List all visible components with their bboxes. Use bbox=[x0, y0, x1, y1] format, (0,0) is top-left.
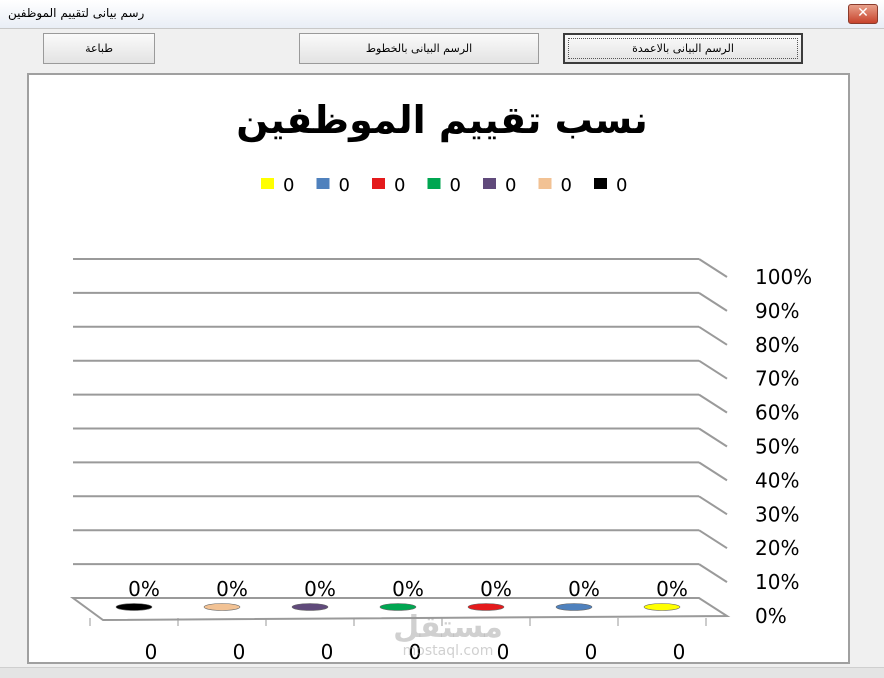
y-tick-label: 100% bbox=[755, 265, 812, 289]
chart-title: نسب تقييم الموظفين bbox=[236, 98, 648, 143]
bar bbox=[115, 603, 153, 611]
print-button[interactable]: طباعة bbox=[43, 33, 155, 64]
y-tick-label: 50% bbox=[755, 435, 799, 459]
data-label: 0% bbox=[568, 577, 600, 601]
gridline-side bbox=[698, 495, 728, 516]
data-label: 0% bbox=[480, 577, 512, 601]
y-tick-label: 70% bbox=[755, 367, 799, 391]
legend-swatch bbox=[372, 178, 385, 189]
chart-canvas: نسب تقييم الموظفين 0 0 0 0 0 0 0 0% 10% 20% 30% 40% 5… bbox=[69, 98, 812, 662]
legend-swatch bbox=[261, 178, 274, 189]
legend-swatch bbox=[483, 178, 496, 189]
watermark-logo: مستقل bbox=[393, 610, 503, 645]
x-tick-label: 0 bbox=[233, 640, 246, 662]
window-titlebar: رسم بيانى لتقييم الموظفين ✕ bbox=[0, 0, 884, 29]
x-tick-label: 0 bbox=[585, 640, 598, 662]
legend-swatch bbox=[316, 178, 330, 189]
legend-label: 0 bbox=[394, 175, 405, 196]
data-label: 0% bbox=[392, 577, 424, 601]
watermark: مستقل mostaql.com bbox=[388, 610, 508, 659]
bar bbox=[643, 603, 681, 611]
legend-swatch bbox=[594, 178, 607, 189]
data-label: 0% bbox=[304, 577, 336, 601]
gridline-side bbox=[698, 427, 728, 448]
legend-swatch bbox=[538, 178, 552, 189]
data-label: 0% bbox=[656, 577, 688, 601]
bar bbox=[291, 603, 329, 611]
y-tick-label: 20% bbox=[755, 536, 799, 560]
data-label: 0% bbox=[128, 577, 160, 601]
column-chart-button[interactable]: الرسم البيانى بالاعمدة bbox=[563, 33, 803, 64]
gridline-side bbox=[698, 393, 728, 414]
y-tick-label: 0% bbox=[755, 604, 787, 628]
gridline-side bbox=[698, 461, 728, 482]
legend-label: 0 bbox=[505, 175, 516, 196]
y-tick-label: 60% bbox=[755, 401, 799, 425]
gridline-side bbox=[698, 529, 728, 550]
legend-swatch bbox=[427, 178, 441, 189]
legend-label: 0 bbox=[561, 175, 572, 196]
y-tick-label: 80% bbox=[755, 333, 799, 357]
data-label: 0% bbox=[216, 577, 248, 601]
line-chart-button[interactable]: الرسم البيانى بالخطوط bbox=[299, 33, 539, 64]
chart-area: نسب تقييم الموظفين 0 0 0 0 0 0 0 0% 10% 20% 30% 40% 5… bbox=[27, 73, 850, 664]
close-icon: ✕ bbox=[857, 5, 869, 21]
x-tick-label: 0 bbox=[673, 640, 686, 662]
close-button[interactable]: ✕ bbox=[848, 4, 878, 24]
watermark-url: mostaql.com bbox=[402, 643, 494, 659]
gridline-side bbox=[698, 325, 728, 346]
status-bar bbox=[0, 667, 884, 678]
y-tick-label: 40% bbox=[755, 468, 799, 492]
y-tick-label: 90% bbox=[755, 299, 799, 323]
bar bbox=[555, 603, 593, 611]
gridline-side bbox=[698, 258, 728, 278]
legend-label: 0 bbox=[339, 175, 350, 196]
y-tick-label: 30% bbox=[755, 502, 799, 526]
bar bbox=[203, 603, 241, 611]
y-tick-label: 10% bbox=[755, 570, 799, 594]
gridline-side bbox=[698, 359, 728, 380]
legend-label: 0 bbox=[283, 175, 294, 196]
legend-label: 0 bbox=[450, 175, 461, 196]
gridline-side bbox=[698, 563, 728, 583]
x-tick-label: 0 bbox=[321, 640, 334, 662]
x-tick-label: 0 bbox=[145, 640, 158, 662]
legend-label: 0 bbox=[616, 175, 627, 196]
gridline-side bbox=[698, 292, 728, 312]
window-title: رسم بيانى لتقييم الموظفين bbox=[8, 6, 145, 20]
